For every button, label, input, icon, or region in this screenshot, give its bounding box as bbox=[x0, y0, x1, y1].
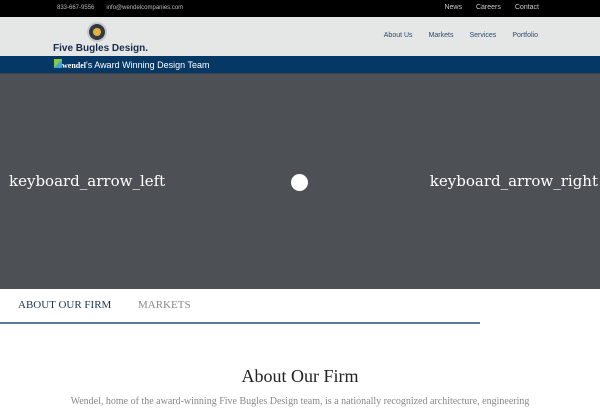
intro-paragraph: Wendel, home of the award-winning Five B… bbox=[70, 396, 530, 407]
wendel-logo-icon bbox=[54, 59, 62, 68]
logo[interactable]: Five Bugles Design. bbox=[53, 43, 148, 54]
link-careers[interactable]: Careers bbox=[476, 4, 501, 11]
phone-number[interactable]: 833-667-9556 bbox=[57, 5, 94, 11]
top-bar: 833-667-9556 info@wendelcompanies.com New… bbox=[0, 0, 600, 17]
tab-markets[interactable]: MARKETS bbox=[138, 299, 191, 311]
tab-underline bbox=[0, 322, 480, 324]
email-link[interactable]: info@wendelcompanies.com bbox=[106, 5, 183, 11]
wendel-brand: wendel bbox=[62, 61, 86, 70]
slider-prev-button[interactable]: keyboard_arrow_left bbox=[9, 172, 165, 190]
nav-markets[interactable]: Markets bbox=[429, 32, 454, 39]
slider-next-button[interactable]: keyboard_arrow_right bbox=[430, 172, 598, 190]
slider-dot[interactable] bbox=[291, 174, 308, 191]
logo-emblem-icon[interactable] bbox=[87, 22, 107, 42]
tagline-band: wendel's Award Winning Design Team bbox=[0, 56, 600, 73]
tab-about-our-firm[interactable]: ABOUT OUR FIRM bbox=[18, 299, 111, 311]
hero-slider: keyboard_arrow_left keyboard_arrow_right bbox=[0, 73, 600, 289]
section-title: About Our Firm bbox=[241, 366, 359, 386]
nav-about-us[interactable]: About Us bbox=[384, 32, 413, 39]
tagline: 's Award Winning Design Team bbox=[86, 60, 210, 70]
section-tabs: ABOUT OUR FIRM MARKETS bbox=[0, 289, 600, 324]
header: Five Bugles Design. About Us Markets Servi… bbox=[0, 17, 600, 56]
main-nav: About Us Markets Services Portfolio bbox=[368, 32, 538, 39]
nav-services[interactable]: Services bbox=[469, 32, 496, 39]
nav-portfolio[interactable]: Portfolio bbox=[512, 32, 538, 39]
link-contact[interactable]: Contact bbox=[515, 4, 539, 11]
link-news[interactable]: News bbox=[444, 4, 462, 11]
